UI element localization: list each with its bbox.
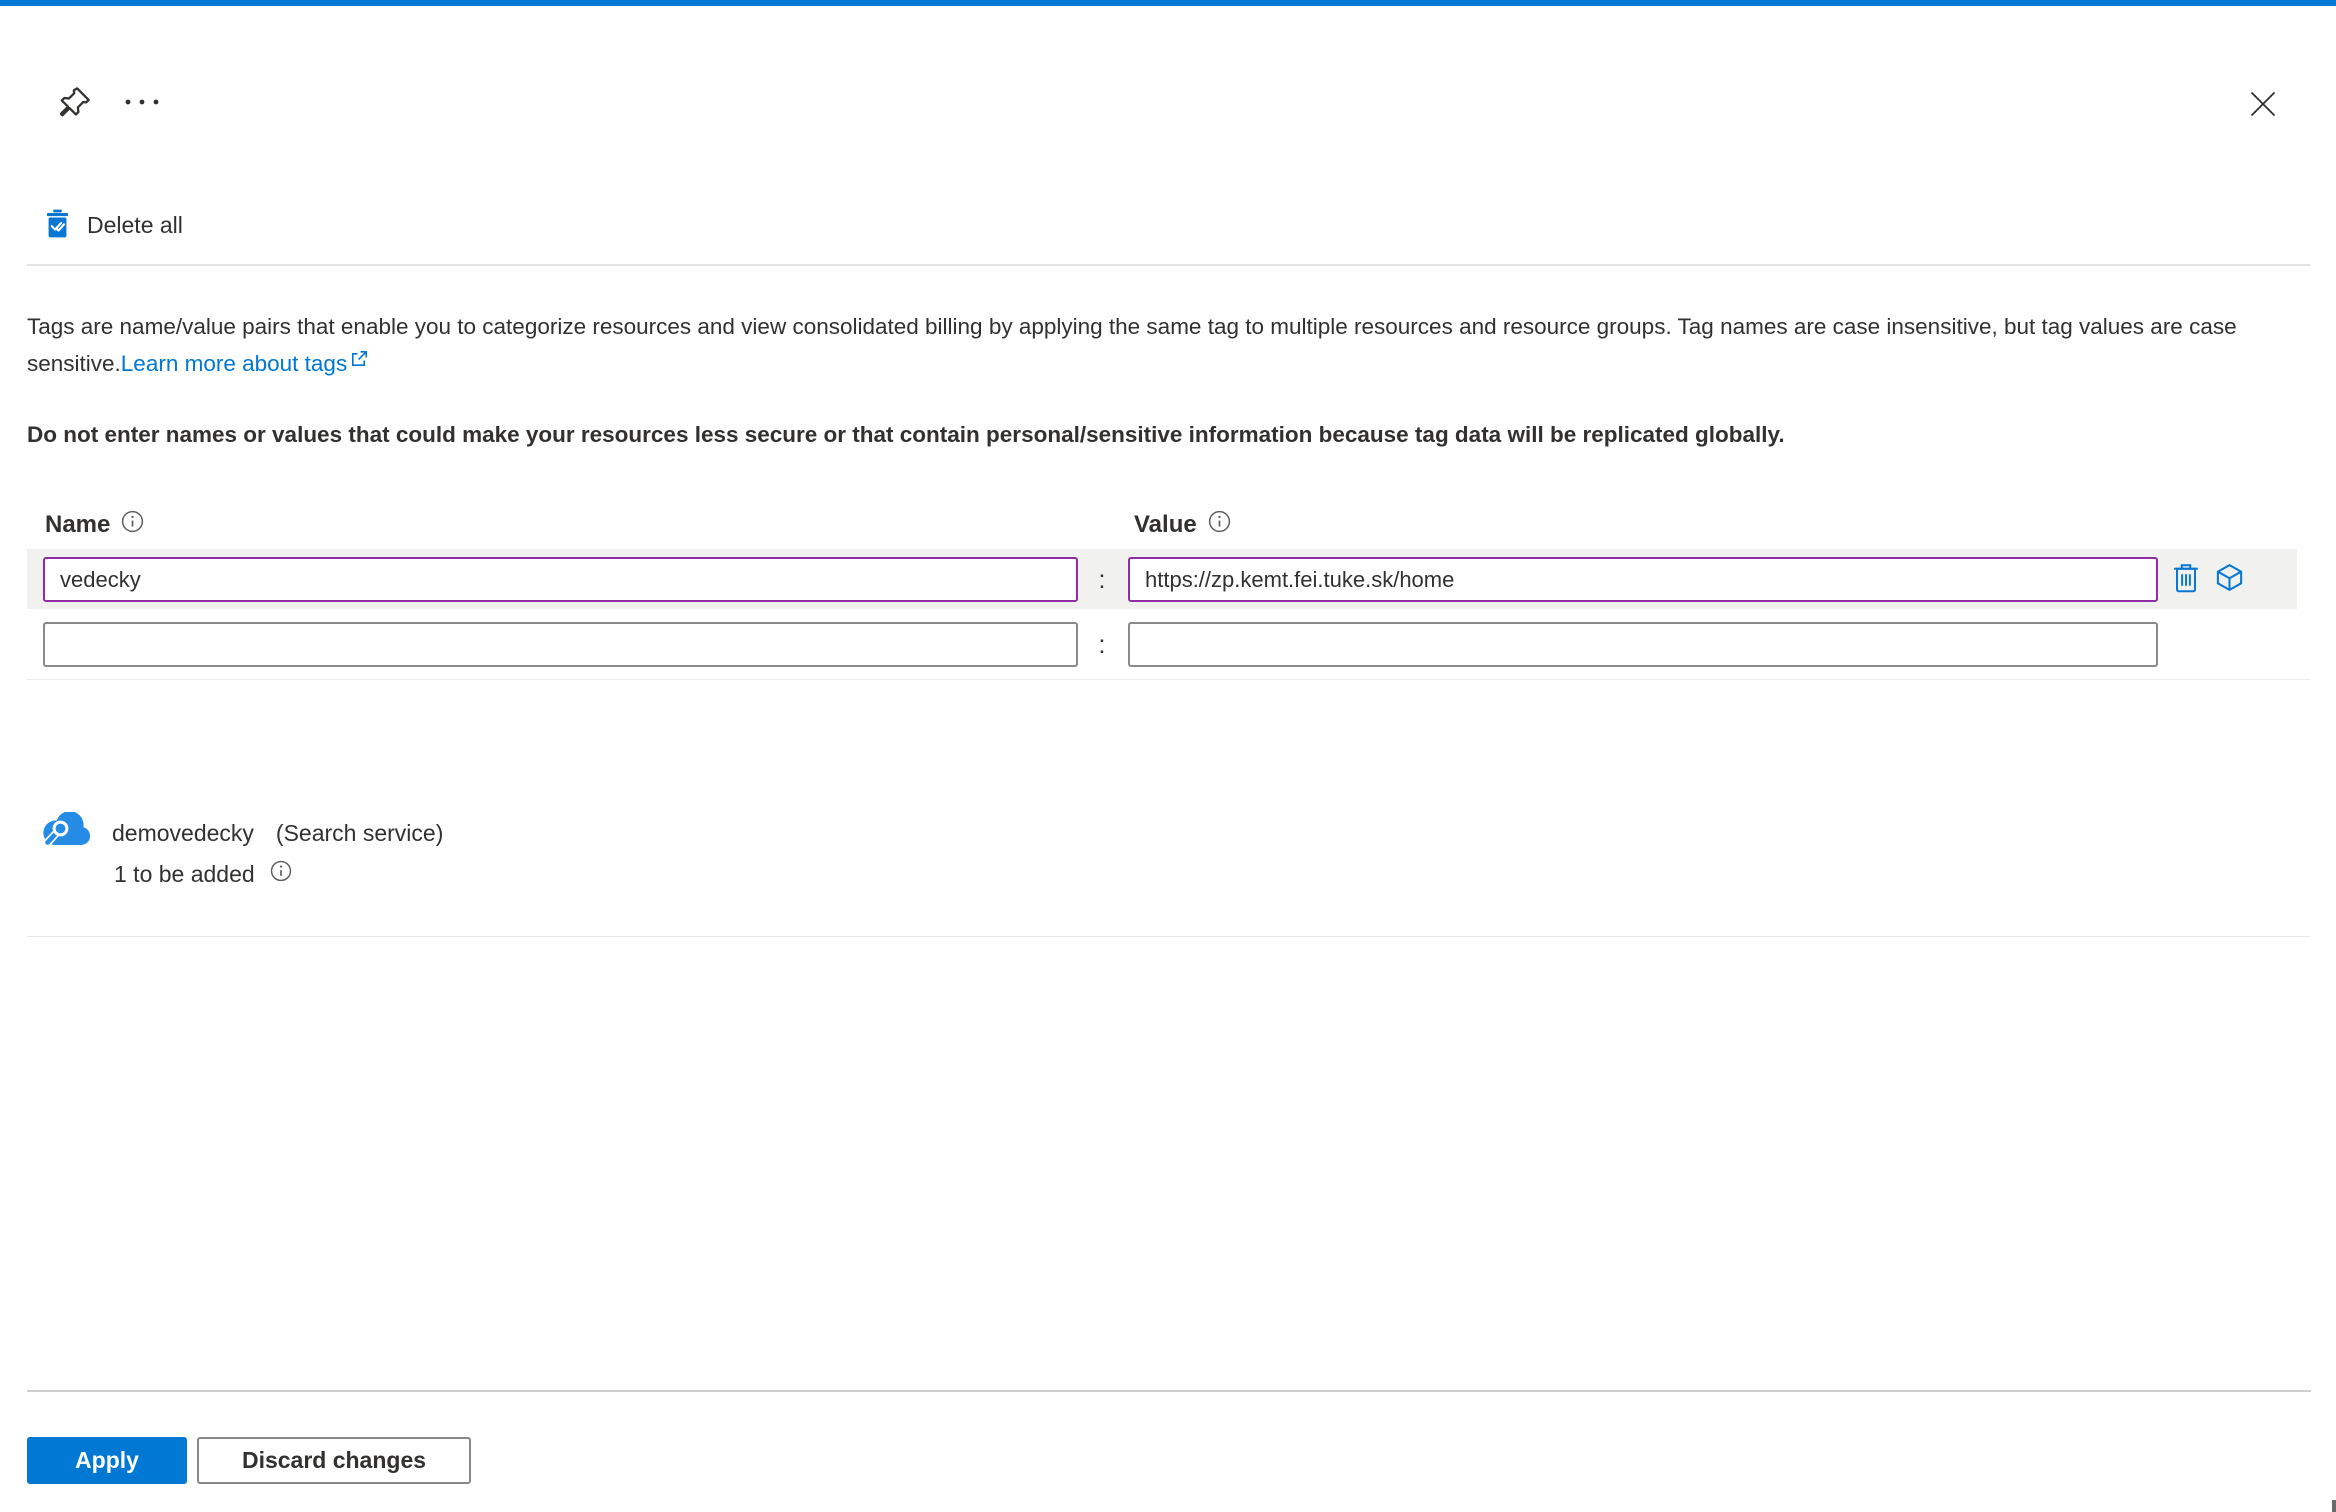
tags-description: Tags are name/value pairs that enable yo… <box>27 308 2319 382</box>
delete-tag-button[interactable] <box>2172 563 2200 596</box>
ellipsis-icon <box>123 96 161 111</box>
discard-changes-button[interactable]: Discard changes <box>197 1437 471 1484</box>
value-column-header: Value <box>1134 510 1231 540</box>
scrollbar[interactable] <box>2332 1500 2336 1512</box>
footer-divider <box>27 1390 2311 1392</box>
tag-name-input-row2[interactable] <box>43 622 1078 667</box>
value-header-label: Value <box>1134 511 1197 538</box>
tags-warning-text: Do not enter names or values that could … <box>27 422 1785 447</box>
resource-cube-button[interactable] <box>2214 562 2245 596</box>
delete-all-label: Delete all <box>87 211 183 238</box>
delete-all-icon <box>44 209 71 241</box>
cube-icon <box>2214 564 2245 596</box>
name-column-header: Name <box>45 510 144 540</box>
resource-status: 1 to be added <box>114 860 255 887</box>
tag-value-input-row1[interactable] <box>1128 557 2158 602</box>
name-info-icon[interactable] <box>121 510 144 540</box>
name-value-separator-row1: : <box>1098 566 1106 594</box>
trash-icon <box>2172 564 2200 596</box>
resource-name: demovedecky <box>112 820 254 846</box>
learn-more-link[interactable]: Learn more about tags <box>121 351 369 376</box>
pin-icon <box>57 84 93 123</box>
tag-name-input-row1[interactable] <box>43 557 1078 602</box>
resource-status-row: 1 to be added <box>114 860 292 888</box>
blade-title-partial: S <box>0 74 17 132</box>
name-header-label: Name <box>45 511 111 538</box>
name-value-separator-row2: : <box>1098 631 1106 659</box>
external-link-icon <box>347 351 369 376</box>
toolbar-divider <box>27 264 2310 266</box>
top-accent-bar <box>0 0 2336 6</box>
apply-button[interactable]: Apply <box>27 1437 187 1484</box>
close-blade-button[interactable] <box>2246 88 2280 122</box>
tag-value-input-row2[interactable] <box>1128 622 2158 667</box>
content-divider <box>27 936 2310 937</box>
status-info-icon[interactable] <box>270 860 292 888</box>
resource-row: demovedecky (Search service) <box>112 820 443 847</box>
rows-divider <box>27 679 2310 680</box>
close-icon <box>2249 90 2277 121</box>
more-options-button[interactable] <box>120 84 164 122</box>
resource-type: (Search service) <box>275 820 444 846</box>
search-service-icon <box>42 811 92 855</box>
value-info-icon[interactable] <box>1208 510 1231 540</box>
delete-all-button[interactable]: Delete all <box>44 208 183 242</box>
learn-more-label: Learn more about tags <box>120 351 348 376</box>
pin-button[interactable] <box>56 84 94 122</box>
